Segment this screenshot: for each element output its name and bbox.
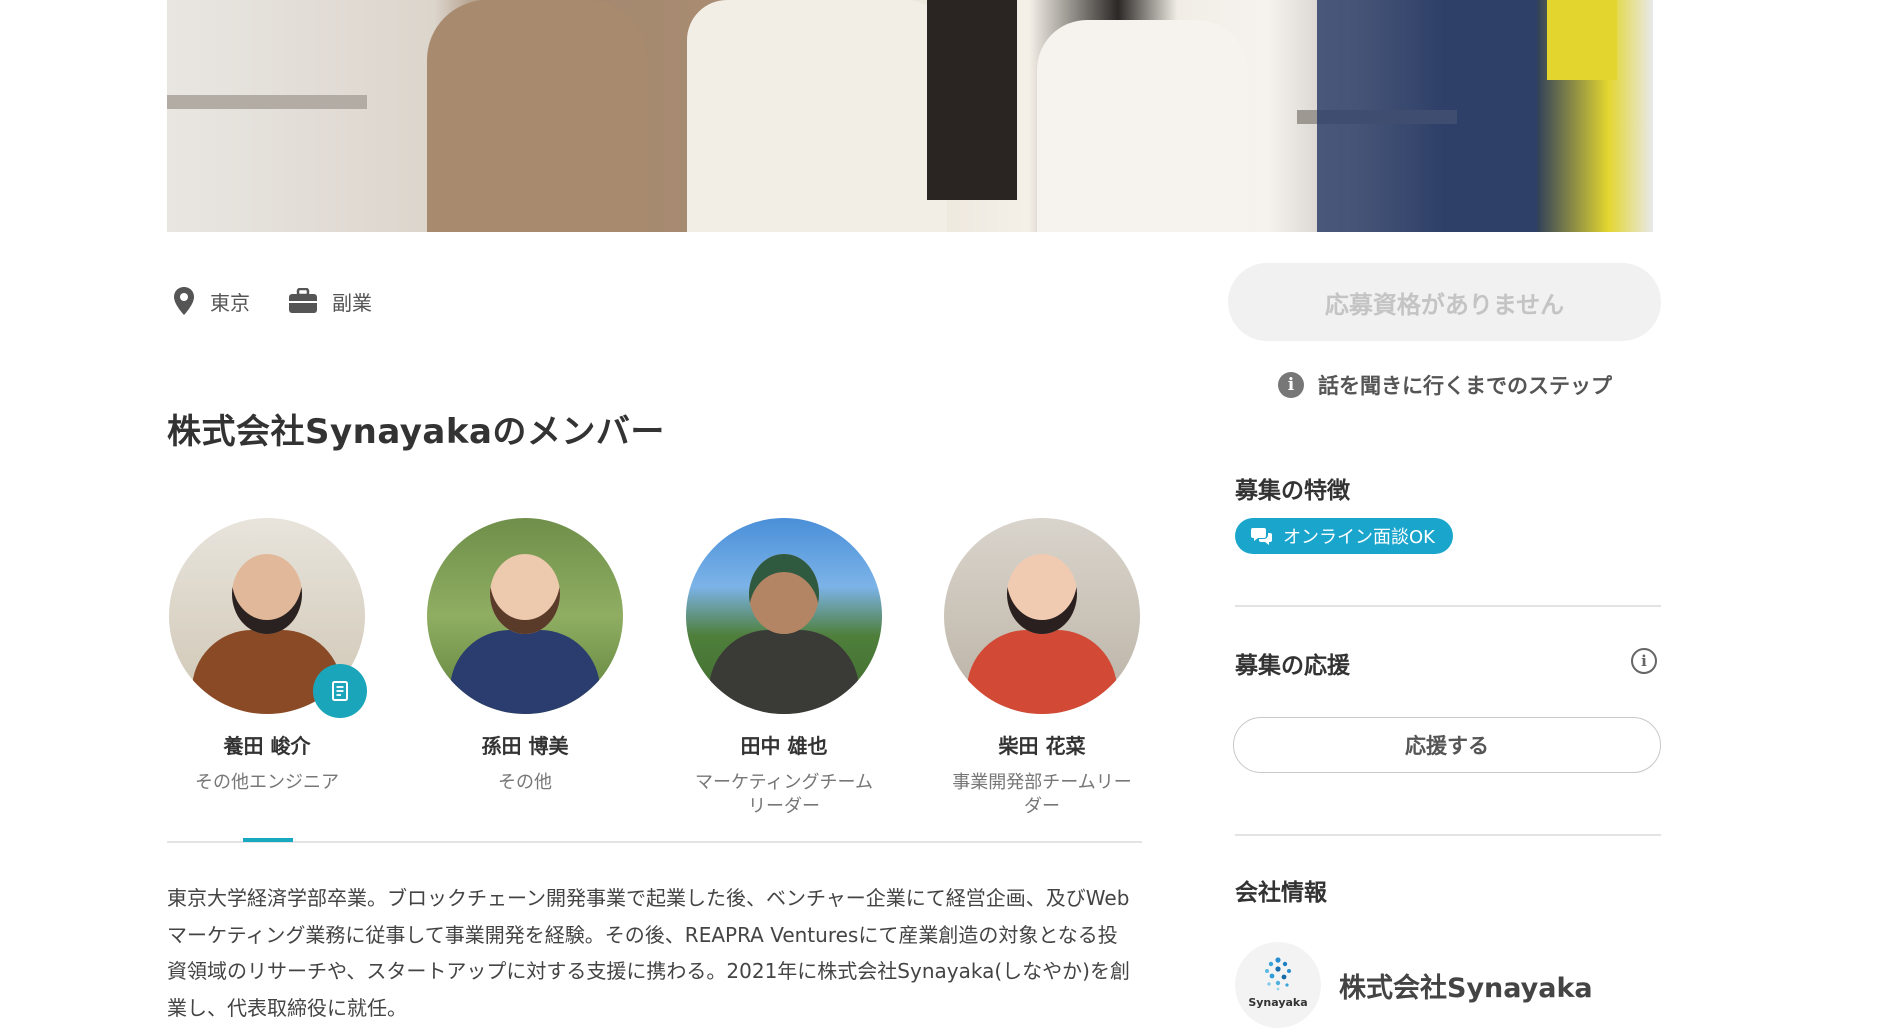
members-list: 養田 峻介 その他エンジニア 孫田 博美 その他 田中 雄也 マーケティングチー… — [167, 518, 1142, 817]
company-name[interactable]: 株式会社Synayaka — [1339, 966, 1593, 1005]
support-info-icon[interactable]: i — [1631, 648, 1657, 674]
member-role: その他 — [498, 772, 552, 793]
apply-button[interactable]: 応募資格がありません — [1228, 263, 1661, 341]
member-role: マーケティングチーム リーダー — [694, 772, 874, 817]
location: 東京 — [172, 286, 250, 316]
company-logo-text: Synayaka — [1248, 995, 1308, 1009]
member-bio: 東京大学経済学部卒業。ブロックチェーン開発事業で起業した後、ベンチャー企業にて経… — [167, 886, 1130, 1020]
avatar[interactable] — [427, 518, 623, 714]
members-section-title: 株式会社Synayakaのメンバー — [167, 412, 665, 452]
location-label: 東京 — [210, 290, 250, 315]
member-tab-active-indicator — [243, 838, 293, 842]
member-name: 田中 雄也 — [740, 734, 828, 758]
member-card[interactable]: 柴田 花菜 事業開発部チームリー ダー — [942, 518, 1142, 819]
location-pin-icon — [172, 286, 196, 316]
member-name: 養田 峻介 — [223, 734, 311, 758]
steps-label: 話を聞きに行くまでのステップ — [1318, 374, 1612, 398]
job-type-label: 副業 — [332, 290, 372, 315]
feature-tag-label: オンライン面談OK — [1283, 527, 1435, 548]
member-role: 事業開発部チームリー ダー — [952, 772, 1132, 817]
member-role: その他エンジニア — [195, 772, 339, 793]
member-name: 孫田 博美 — [481, 734, 569, 758]
briefcase-icon — [288, 288, 318, 314]
job-meta: 東京 副業 — [172, 286, 410, 316]
avatar[interactable] — [944, 518, 1140, 714]
divider — [1235, 834, 1661, 836]
support-button[interactable]: 応援する — [1233, 717, 1661, 773]
avatar[interactable] — [169, 518, 367, 718]
member-card[interactable]: 田中 雄也 マーケティングチーム リーダー — [684, 518, 884, 819]
support-title: 募集の応援 — [1235, 653, 1350, 679]
company-logo-dots-icon — [1265, 956, 1291, 990]
divider — [1235, 605, 1661, 607]
company-link[interactable]: Synayaka 株式会社Synayaka — [1235, 942, 1593, 1028]
member-card[interactable]: 養田 峻介 その他エンジニア — [167, 518, 367, 795]
hero-photo — [167, 0, 1653, 232]
profile-document-icon[interactable] — [313, 664, 367, 718]
steps-link[interactable]: i 話を聞きに行くまでのステップ — [1278, 370, 1612, 400]
member-name: 柴田 花菜 — [998, 734, 1086, 758]
features-title: 募集の特徴 — [1235, 478, 1350, 504]
job-type: 副業 — [288, 287, 372, 316]
feature-tag: オンライン面談OK — [1235, 518, 1453, 554]
member-tabs-divider — [167, 841, 1142, 843]
chat-bubbles-icon — [1251, 526, 1273, 546]
company-logo[interactable]: Synayaka — [1235, 942, 1321, 1028]
info-icon: i — [1278, 372, 1304, 398]
company-info-title: 会社情報 — [1235, 880, 1327, 906]
avatar[interactable] — [686, 518, 882, 714]
member-card[interactable]: 孫田 博美 その他 — [425, 518, 625, 795]
